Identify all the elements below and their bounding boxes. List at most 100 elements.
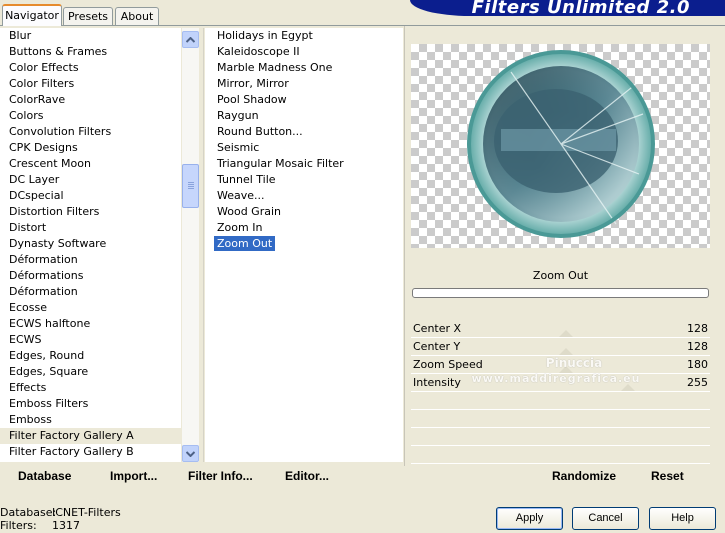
filter-item[interactable]: Marble Madness One	[205, 60, 403, 76]
filter-item[interactable]: Seismic	[205, 140, 403, 156]
tab-about[interactable]: About	[115, 7, 159, 26]
database-button[interactable]: Database	[18, 469, 71, 483]
category-item[interactable]: ECWS halftone	[0, 316, 181, 332]
bottom-toolbar: Database Import... Filter Info... Editor…	[0, 466, 405, 490]
filter-item[interactable]: Kaleidoscope II	[205, 44, 403, 60]
scroll-thumb[interactable]	[182, 164, 199, 208]
database-label: Database:	[0, 506, 57, 519]
category-item[interactable]: Crescent Moon	[0, 156, 181, 172]
navigator-panel: Blur Buttons & Frames Color Effects Color F…	[0, 25, 725, 490]
category-item[interactable]: Blur	[0, 28, 181, 44]
category-item[interactable]: Effects	[0, 380, 181, 396]
watermark-url: www.maddiregrafica.eu	[471, 372, 641, 385]
randomize-button[interactable]: Randomize	[552, 469, 616, 483]
category-item[interactable]: Filter Factory Gallery A	[0, 428, 181, 444]
filter-item-label: Tunnel Tile	[217, 173, 276, 186]
filter-item-label: Kaleidoscope II	[217, 45, 300, 58]
cancel-button[interactable]: Cancel	[572, 507, 639, 530]
reset-button[interactable]: Reset	[651, 469, 684, 483]
filter-item[interactable]: Wood Grain	[205, 204, 403, 220]
category-item[interactable]: DC Layer	[0, 172, 181, 188]
param-value: 128	[687, 340, 708, 353]
param-value: 180	[687, 358, 708, 371]
filter-item[interactable]: Weave...	[205, 188, 403, 204]
watermark-text: Pinuccia	[545, 356, 603, 370]
filter-item-label: Raygun	[217, 109, 259, 122]
tab-presets[interactable]: Presets	[63, 7, 113, 26]
category-item[interactable]: Distort	[0, 220, 181, 236]
category-item[interactable]: Edges, Round	[0, 348, 181, 364]
zoom-out-preview-image	[467, 50, 655, 238]
category-item[interactable]: Filter Factory Gallery B	[0, 444, 181, 460]
apply-button[interactable]: Apply	[496, 507, 563, 530]
param-row-empty	[411, 392, 710, 410]
scroll-up-button[interactable]	[182, 31, 199, 48]
param-row-empty	[411, 446, 710, 464]
filter-info-button[interactable]: Filter Info...	[188, 469, 253, 483]
filter-item-label: Triangular Mosaic Filter	[217, 157, 344, 170]
category-item[interactable]: Colors	[0, 108, 181, 124]
category-item[interactable]: CPK Designs	[0, 140, 181, 156]
param-value: 128	[687, 322, 708, 335]
slider-marker-icon[interactable]	[559, 330, 573, 337]
filter-item[interactable]: Zoom Out	[205, 236, 403, 252]
category-item[interactable]: Color Filters	[0, 76, 181, 92]
category-item[interactable]: ECWS	[0, 332, 181, 348]
param-row[interactable]: Center Y 128	[411, 338, 710, 356]
filter-item-label: Holidays in Egypt	[217, 29, 313, 42]
category-item[interactable]: Déformation	[0, 284, 181, 300]
category-item[interactable]: ColorRave	[0, 92, 181, 108]
parameter-panel: Center X 128 Center Y 128 Zoom Speed 180 Inten…	[411, 320, 710, 464]
param-row-empty	[411, 428, 710, 446]
param-name: Center Y	[413, 340, 461, 353]
filter-item-label: Seismic	[217, 141, 260, 154]
filter-item-label: Mirror, Mirror	[217, 77, 289, 90]
category-item[interactable]: Edges, Square	[0, 364, 181, 380]
filter-item-label: Zoom Out	[214, 236, 276, 251]
filters-count: 1317	[52, 519, 80, 532]
tab-navigator[interactable]: Navigator	[2, 4, 62, 26]
category-item[interactable]: Distortion Filters	[0, 204, 181, 220]
category-item[interactable]: DCspecial	[0, 188, 181, 204]
app-title: Filters Unlimited 2.0	[471, 0, 690, 16]
category-item[interactable]: Emboss Filters	[0, 396, 181, 412]
category-item[interactable]: Color Effects	[0, 60, 181, 76]
param-row[interactable]: Center X 128	[411, 320, 710, 338]
filter-item[interactable]: Pool Shadow	[205, 92, 403, 108]
category-item[interactable]: Emboss	[0, 412, 181, 428]
filter-item[interactable]: Round Button...	[205, 124, 403, 140]
category-item[interactable]: Déformation	[0, 252, 181, 268]
param-row-empty	[411, 410, 710, 428]
filter-item[interactable]: Tunnel Tile	[205, 172, 403, 188]
filter-list[interactable]: Holidays in Egypt Kaleidoscope II Marble M…	[205, 28, 403, 462]
import-button[interactable]: Import...	[110, 469, 157, 483]
category-item[interactable]: Dynasty Software	[0, 236, 181, 252]
slider-marker-icon[interactable]	[559, 348, 573, 355]
filter-item[interactable]: Zoom In	[205, 220, 403, 236]
category-scrollbar[interactable]	[182, 28, 199, 462]
filter-item-label: Wood Grain	[217, 205, 281, 218]
category-list[interactable]: Blur Buttons & Frames Color Effects Color F…	[0, 28, 181, 462]
filter-item-label: Marble Madness One	[217, 61, 333, 74]
divider	[203, 28, 204, 462]
tab-bar: Navigator Presets About	[0, 4, 200, 26]
current-filter-label: Zoom Out	[532, 269, 589, 282]
help-button[interactable]: Help	[649, 507, 716, 530]
scroll-down-button[interactable]	[182, 445, 199, 462]
preview-canvas	[411, 44, 710, 248]
chevron-down-icon	[186, 450, 195, 457]
category-item[interactable]: Buttons & Frames	[0, 44, 181, 60]
editor-button[interactable]: Editor...	[285, 469, 329, 483]
progress-bar	[412, 288, 709, 298]
filter-item[interactable]: Triangular Mosaic Filter	[205, 156, 403, 172]
filter-item[interactable]: Holidays in Egypt	[205, 28, 403, 44]
filter-item-label: Round Button...	[217, 125, 303, 138]
status-area: Database:ICNET-Filters Filters: 1317	[0, 506, 121, 532]
filter-item[interactable]: Raygun	[205, 108, 403, 124]
filter-item[interactable]: Mirror, Mirror	[205, 76, 403, 92]
category-item[interactable]: Ecosse	[0, 300, 181, 316]
preview-toolbar: Randomize Reset	[411, 466, 710, 490]
category-item[interactable]: Déformations	[0, 268, 181, 284]
category-item[interactable]: Convolution Filters	[0, 124, 181, 140]
filter-item-label: Weave...	[217, 189, 265, 202]
